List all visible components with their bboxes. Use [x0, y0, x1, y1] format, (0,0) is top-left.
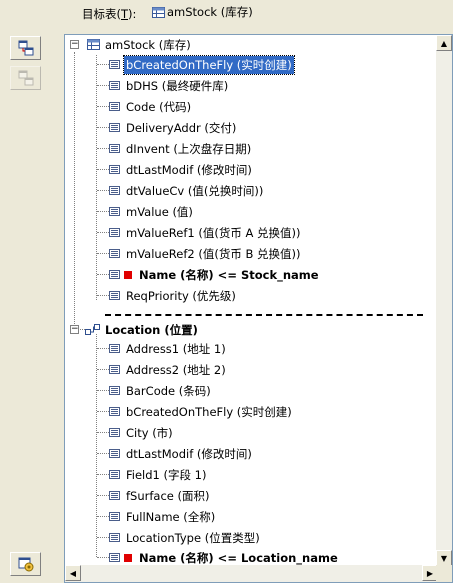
- horizontal-scrollbar[interactable]: ◀ ▶: [65, 565, 438, 582]
- tree-branch-line: [96, 334, 97, 557]
- field-tree: − amStock (库存) bCreatedOnTheFly (实时创建) b…: [65, 35, 437, 566]
- field-node[interactable]: dtLastModif (修改时间): [109, 444, 254, 463]
- field-node[interactable]: dtLastModif (修改时间): [109, 160, 254, 179]
- root-table-node[interactable]: amStock (库存): [87, 35, 193, 54]
- field-icon: [109, 386, 120, 395]
- field-icon: [109, 81, 120, 90]
- arrow-up-icon: ▲: [440, 38, 448, 48]
- field-icon: [109, 365, 120, 374]
- scroll-corner: [436, 565, 452, 582]
- field-node[interactable]: bCreatedOnTheFly (实时创建): [109, 54, 295, 75]
- field-node[interactable]: dtValueCv (值(兑换时间)): [109, 181, 265, 200]
- field-icon: [109, 470, 120, 479]
- tree-root-line: [74, 52, 75, 324]
- target-table-row: 目标表(T): amStock (库存): [0, 0, 453, 26]
- collapse-toggle[interactable]: −: [70, 325, 79, 334]
- collapse-toggle[interactable]: −: [70, 40, 79, 49]
- field-icon: [109, 102, 120, 111]
- tree-branch-line: [96, 55, 97, 300]
- target-table-label: 目标表(T):: [82, 7, 137, 21]
- remove-link-icon: [18, 70, 33, 86]
- link-toolbar: [8, 36, 48, 581]
- field-node[interactable]: ReqPriority (优先级): [109, 286, 238, 305]
- field-node[interactable]: dInvent (上次盘存日期): [109, 139, 253, 158]
- link-icon: [85, 323, 100, 335]
- field-icon: [109, 491, 120, 500]
- field-node[interactable]: mValueRef1 (值(货币 A 兑换值)): [109, 223, 302, 242]
- field-icon: [109, 228, 120, 237]
- field-node[interactable]: City (市): [109, 423, 175, 442]
- field-icon: [109, 60, 120, 69]
- field-icon: [109, 344, 120, 353]
- key-marker-icon: [124, 270, 132, 279]
- add-link-button[interactable]: [10, 36, 41, 60]
- field-node[interactable]: Field1 (字段 1): [109, 465, 208, 484]
- field-node[interactable]: bCreatedOnTheFly (实时创建): [109, 402, 294, 421]
- field-icon: [109, 270, 120, 279]
- field-icon: [109, 207, 120, 216]
- settings-button[interactable]: [10, 552, 41, 576]
- field-node[interactable]: LocationType (位置类型): [109, 528, 262, 547]
- field-icon: [109, 291, 120, 300]
- key-marker-icon: [124, 553, 132, 562]
- field-tree-panel: − amStock (库存) bCreatedOnTheFly (实时创建) b…: [64, 34, 453, 583]
- scroll-left-button[interactable]: ◀: [65, 565, 81, 581]
- field-node[interactable]: bDHS (最终硬件库): [109, 76, 230, 95]
- field-node[interactable]: fSurface (面积): [109, 486, 212, 505]
- link-node[interactable]: Location (位置): [85, 320, 200, 339]
- separator-line: [105, 314, 423, 316]
- field-icon: [109, 553, 120, 562]
- field-icon: [109, 407, 120, 416]
- field-node[interactable]: Address2 (地址 2): [109, 360, 228, 379]
- field-icon: [109, 165, 120, 174]
- vertical-scrollbar[interactable]: ▲ ▼: [436, 35, 452, 566]
- field-node[interactable]: Code (代码): [109, 97, 193, 116]
- add-link-icon: [18, 40, 33, 56]
- field-icon: [109, 533, 120, 542]
- remove-link-button[interactable]: [10, 66, 41, 90]
- field-icon: [109, 144, 120, 153]
- field-node[interactable]: FullName (全称): [109, 507, 217, 526]
- field-icon: [109, 428, 120, 437]
- key-field-node[interactable]: Name (名称) <= Stock_name: [109, 265, 321, 284]
- field-icon: [109, 186, 120, 195]
- field-icon: [109, 123, 120, 132]
- settings-icon: [18, 557, 33, 572]
- field-icon: [109, 249, 120, 258]
- arrow-left-icon: ◀: [69, 568, 77, 578]
- field-icon: [109, 449, 120, 458]
- arrow-right-icon: ▶: [426, 568, 434, 578]
- scroll-down-button[interactable]: ▼: [436, 550, 452, 566]
- arrow-down-icon: ▼: [440, 553, 448, 563]
- scroll-up-button[interactable]: ▲: [436, 35, 452, 51]
- field-node[interactable]: Address1 (地址 1): [109, 339, 228, 358]
- table-icon: [152, 6, 165, 18]
- field-node[interactable]: BarCode (条码): [109, 381, 213, 400]
- field-node[interactable]: mValueRef2 (值(货币 B 兑换值)): [109, 244, 303, 263]
- field-node[interactable]: DeliveryAddr (交付): [109, 118, 238, 137]
- target-table-value[interactable]: amStock (库存): [152, 4, 253, 20]
- field-icon: [109, 512, 120, 521]
- field-node[interactable]: mValue (值): [109, 202, 195, 221]
- table-icon: [87, 39, 100, 50]
